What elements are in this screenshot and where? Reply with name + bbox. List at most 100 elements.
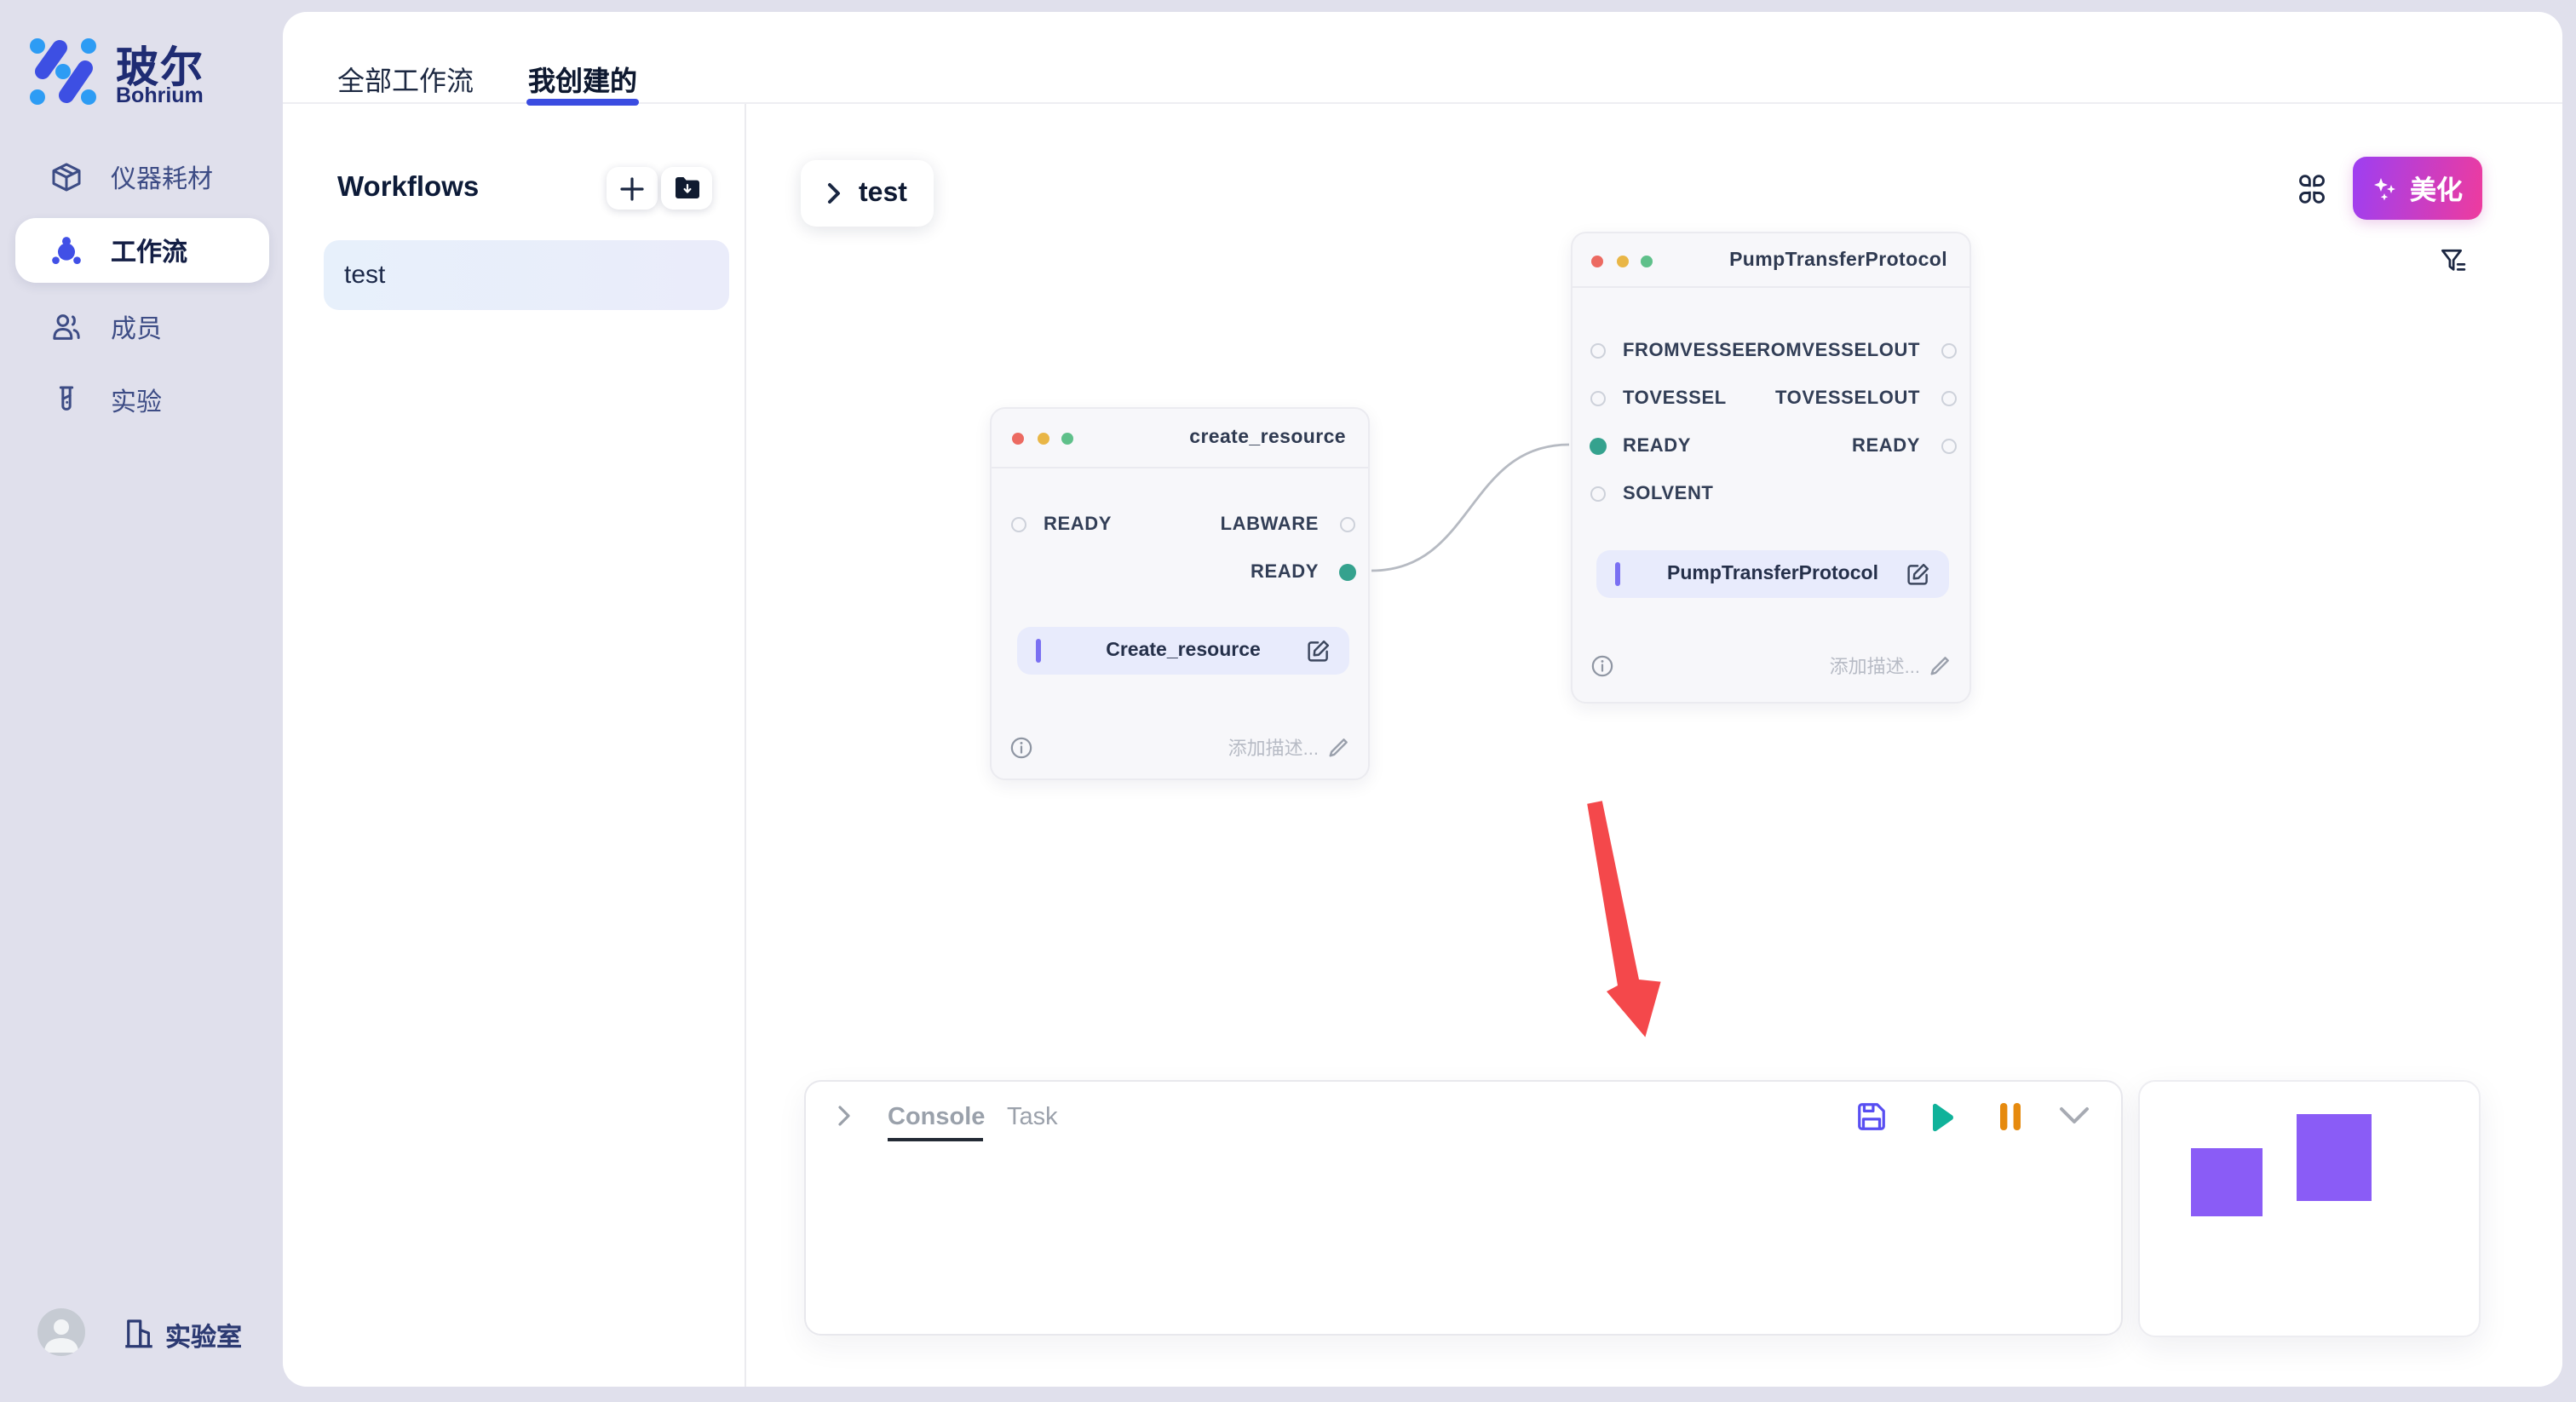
port-in-solvent[interactable] [1590, 486, 1605, 501]
node-description-placeholder[interactable]: 添加描述... [1830, 652, 1920, 680]
node-create-resource[interactable]: create_resource READY LABWARE READY Crea… [990, 407, 1370, 780]
port-out-ready[interactable] [1941, 439, 1956, 454]
lab-switcher-label[interactable]: 实验室 [165, 1319, 242, 1354]
main-panel: 全部工作流 我创建的 Workflows test test [283, 12, 2562, 1387]
workflow-list-item-test[interactable]: test [324, 240, 729, 310]
sidebar: 玻尔 Bohrium 仪器耗材 [0, 0, 283, 1402]
port-out-ready[interactable] [1339, 563, 1356, 580]
port-label: READY [1623, 436, 1691, 457]
traffic-yellow-dot [1616, 255, 1628, 267]
traffic-green-dot [1641, 255, 1653, 267]
sparkles-icon [2372, 175, 2400, 202]
tab-my-created[interactable]: 我创建的 [528, 58, 637, 99]
sidebar-item-workflows[interactable]: 工作流 [15, 218, 269, 283]
add-workflow-button[interactable] [607, 167, 658, 210]
panel-divider [745, 104, 746, 1387]
breadcrumb-label: test [859, 178, 907, 209]
port-label: READY [1251, 561, 1319, 582]
pencil-icon[interactable] [1327, 736, 1349, 758]
workflow-item-name: test [344, 261, 385, 290]
node-action-pill[interactable]: PumpTransferProtocol [1596, 549, 1949, 598]
node-header: PumpTransferProtocol [1573, 233, 1969, 288]
port-out-tovesselout[interactable] [1941, 391, 1956, 406]
port-label: TOVESSEL [1623, 388, 1727, 409]
sidebar-item-instruments[interactable]: 仪器耗材 [15, 145, 269, 210]
port-label: READY [1852, 436, 1920, 457]
minimap-node-create-resource [2191, 1148, 2263, 1216]
filter-button[interactable] [2440, 247, 2469, 284]
traffic-green-dot [1061, 433, 1073, 445]
workflow-icon [49, 233, 83, 267]
command-icon [2297, 174, 2327, 204]
run-button[interactable] [1923, 1100, 1958, 1135]
node-description-placeholder[interactable]: 添加描述... [1228, 733, 1319, 761]
chevron-right-icon [826, 182, 842, 204]
avatar[interactable] [37, 1308, 85, 1356]
sidebar-item-label: 仪器耗材 [111, 159, 213, 195]
minimap-node-pump [2297, 1114, 2372, 1201]
sidebar-footer: 实验室 [0, 1307, 283, 1382]
port-in-ready[interactable] [1010, 517, 1026, 532]
logo: 玻尔 Bohrium [26, 34, 273, 109]
port-label: FROMVESSEL [1623, 341, 1757, 361]
filter-funnel-icon [2440, 247, 2469, 276]
layout-grid-button[interactable] [2297, 174, 2327, 213]
port-label: FROMVESSELOUT [1745, 341, 1920, 361]
sidebar-item-members[interactable]: 成员 [15, 295, 269, 359]
console-active-underline [888, 1138, 983, 1141]
pill-label: PumpTransferProtocol [1596, 564, 1949, 584]
port-in-ready[interactable] [1589, 438, 1606, 455]
canvas-breadcrumb[interactable]: test [801, 160, 934, 227]
port-label: LABWARE [1221, 514, 1319, 535]
pencil-icon[interactable] [1929, 655, 1951, 677]
beautify-button[interactable]: 美化 [2353, 157, 2482, 220]
folder-download-icon [672, 175, 701, 201]
node-title: PumpTransferProtocol [1729, 250, 1947, 270]
sidebar-item-label: 实验 [111, 382, 162, 418]
node-title: create_resource [1189, 428, 1346, 448]
plus-icon [618, 175, 646, 202]
building-icon [121, 1315, 157, 1359]
package-icon [49, 160, 83, 194]
traffic-red-dot [1012, 433, 1024, 445]
active-tab-underline [526, 99, 639, 105]
console-collapse-button[interactable] [2058, 1106, 2090, 1126]
port-in-fromvessel[interactable] [1590, 343, 1605, 359]
pause-icon [1997, 1100, 2024, 1133]
test-tube-icon [49, 383, 83, 417]
brand-subtitle: Bohrium [116, 83, 204, 107]
port-in-tovessel[interactable] [1590, 391, 1605, 406]
console-expand-chevron-icon[interactable] [837, 1104, 852, 1128]
workflows-panel-title: Workflows [337, 172, 479, 204]
pause-button[interactable] [1997, 1100, 2024, 1133]
info-icon[interactable] [1010, 736, 1032, 758]
sidebar-item-label: 工作流 [111, 233, 187, 268]
traffic-red-dot [1591, 255, 1603, 267]
save-button[interactable] [1855, 1100, 1888, 1133]
port-label: TOVESSELOUT [1775, 388, 1920, 409]
members-icon [49, 310, 83, 344]
sidebar-item-label: 成员 [111, 309, 162, 345]
port-out-labware[interactable] [1340, 517, 1355, 532]
beautify-button-label: 美化 [2410, 170, 2463, 207]
console-tab[interactable]: Console [888, 1104, 985, 1131]
node-header: create_resource [992, 409, 1368, 468]
console-panel: Console Task [804, 1080, 2123, 1336]
sidebar-item-experiments[interactable]: 实验 [15, 368, 269, 433]
info-icon[interactable] [1591, 655, 1613, 677]
tab-all-workflows[interactable]: 全部工作流 [337, 58, 474, 99]
play-icon [1923, 1100, 1958, 1135]
import-folder-button[interactable] [661, 167, 712, 210]
port-label: SOLVENT [1623, 483, 1713, 503]
node-pump-transfer-protocol[interactable]: PumpTransferProtocol FROMVESSEL FROMVESS… [1571, 232, 1971, 704]
pill-label: Create_resource [1017, 641, 1349, 661]
task-tab[interactable]: Task [1007, 1104, 1058, 1131]
port-out-fromvesselout[interactable] [1941, 343, 1956, 359]
app-window: 玻尔 Bohrium 仪器耗材 [0, 0, 2576, 1402]
minimap-panel[interactable] [2138, 1080, 2481, 1337]
node-action-pill[interactable]: Create_resource [1017, 626, 1349, 675]
traffic-yellow-dot [1037, 433, 1049, 445]
bohrium-logo-icon [26, 34, 101, 109]
edit-icon[interactable] [1307, 639, 1331, 663]
edit-icon[interactable] [1906, 562, 1930, 586]
